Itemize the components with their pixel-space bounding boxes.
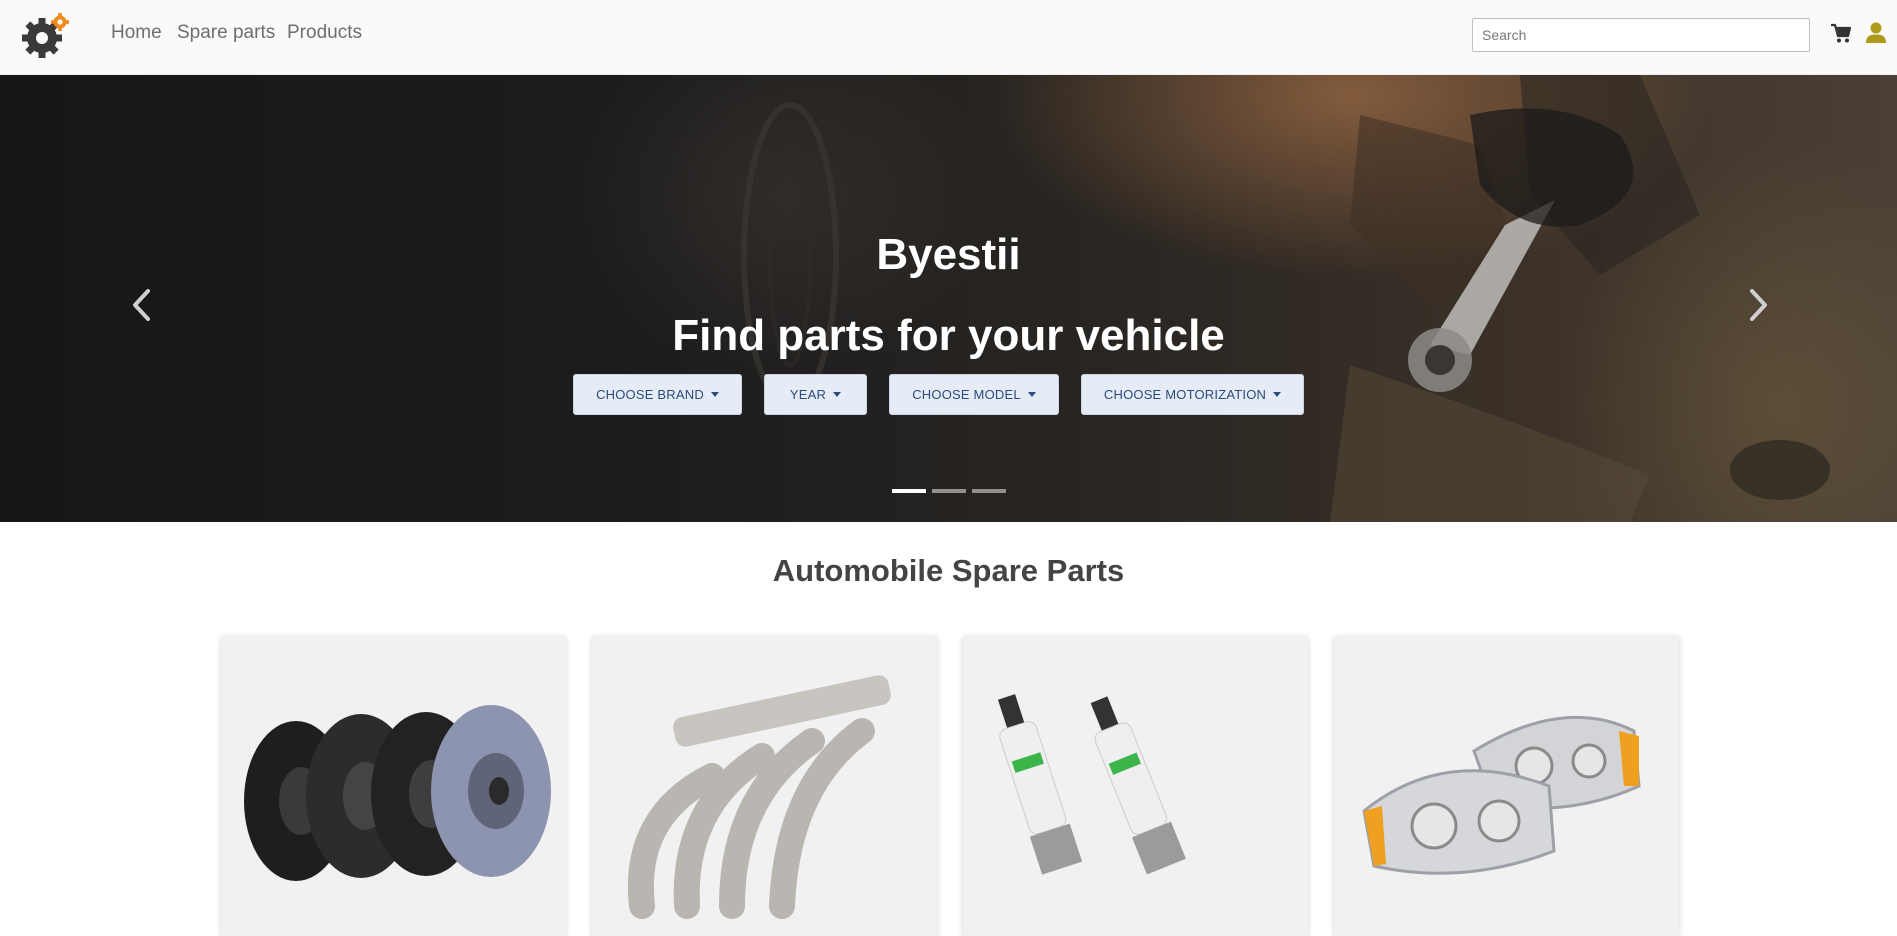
hero-subtitle: Find parts for your vehicle bbox=[672, 311, 1225, 360]
spark-plugs-image bbox=[997, 694, 1186, 875]
caret-down-icon bbox=[833, 392, 842, 397]
caret-down-icon bbox=[710, 392, 719, 397]
search-input[interactable] bbox=[1472, 18, 1810, 52]
choose-model-label: CHOOSE MODEL bbox=[912, 387, 1021, 402]
nav-link-home[interactable]: Home bbox=[111, 22, 162, 44]
carousel-indicator-3[interactable] bbox=[972, 489, 1006, 493]
product-card-headlights[interactable] bbox=[1334, 636, 1679, 936]
intake-manifold-image bbox=[627, 675, 891, 919]
section-title: Automobile Spare Parts bbox=[772, 553, 1125, 588]
headlights-image bbox=[1362, 715, 1641, 875]
hero-carousel: Byestii Find parts for your vehicle CHOO… bbox=[0, 75, 1897, 522]
nav-link-spare-parts[interactable]: Spare parts bbox=[177, 22, 275, 44]
year-dropdown[interactable]: YEAR bbox=[764, 374, 867, 415]
caret-down-icon bbox=[1027, 392, 1036, 397]
brake-discs-image bbox=[244, 705, 551, 881]
product-card-intake-manifold[interactable] bbox=[592, 636, 937, 936]
user-icon[interactable] bbox=[1866, 22, 1886, 44]
choose-brand-dropdown[interactable]: CHOOSE BRAND bbox=[573, 374, 742, 415]
choose-motorization-dropdown[interactable]: CHOOSE MOTORIZATION bbox=[1081, 374, 1304, 415]
chevron-left-icon[interactable] bbox=[126, 285, 156, 325]
product-card-brake-discs[interactable] bbox=[221, 636, 566, 936]
choose-brand-label: CHOOSE BRAND bbox=[596, 387, 704, 402]
caret-down-icon bbox=[1273, 392, 1282, 397]
gear-logo-icon[interactable] bbox=[20, 12, 72, 58]
choose-model-dropdown[interactable]: CHOOSE MODEL bbox=[889, 374, 1059, 415]
choose-motorization-label: CHOOSE MOTORIZATION bbox=[1103, 387, 1267, 402]
cart-icon[interactable] bbox=[1830, 22, 1852, 44]
hero-background-image bbox=[741, 75, 1830, 522]
nav-link-products[interactable]: Products bbox=[287, 22, 362, 44]
carousel-indicator-2[interactable] bbox=[932, 489, 966, 493]
product-card-spark-plugs[interactable] bbox=[963, 636, 1308, 936]
chevron-right-icon[interactable] bbox=[1744, 285, 1774, 325]
hero-title: Byestii bbox=[876, 230, 1021, 279]
carousel-indicator-1[interactable] bbox=[892, 489, 926, 493]
year-label: YEAR bbox=[789, 387, 827, 402]
navbar: Home Spare parts Products bbox=[0, 0, 1897, 75]
